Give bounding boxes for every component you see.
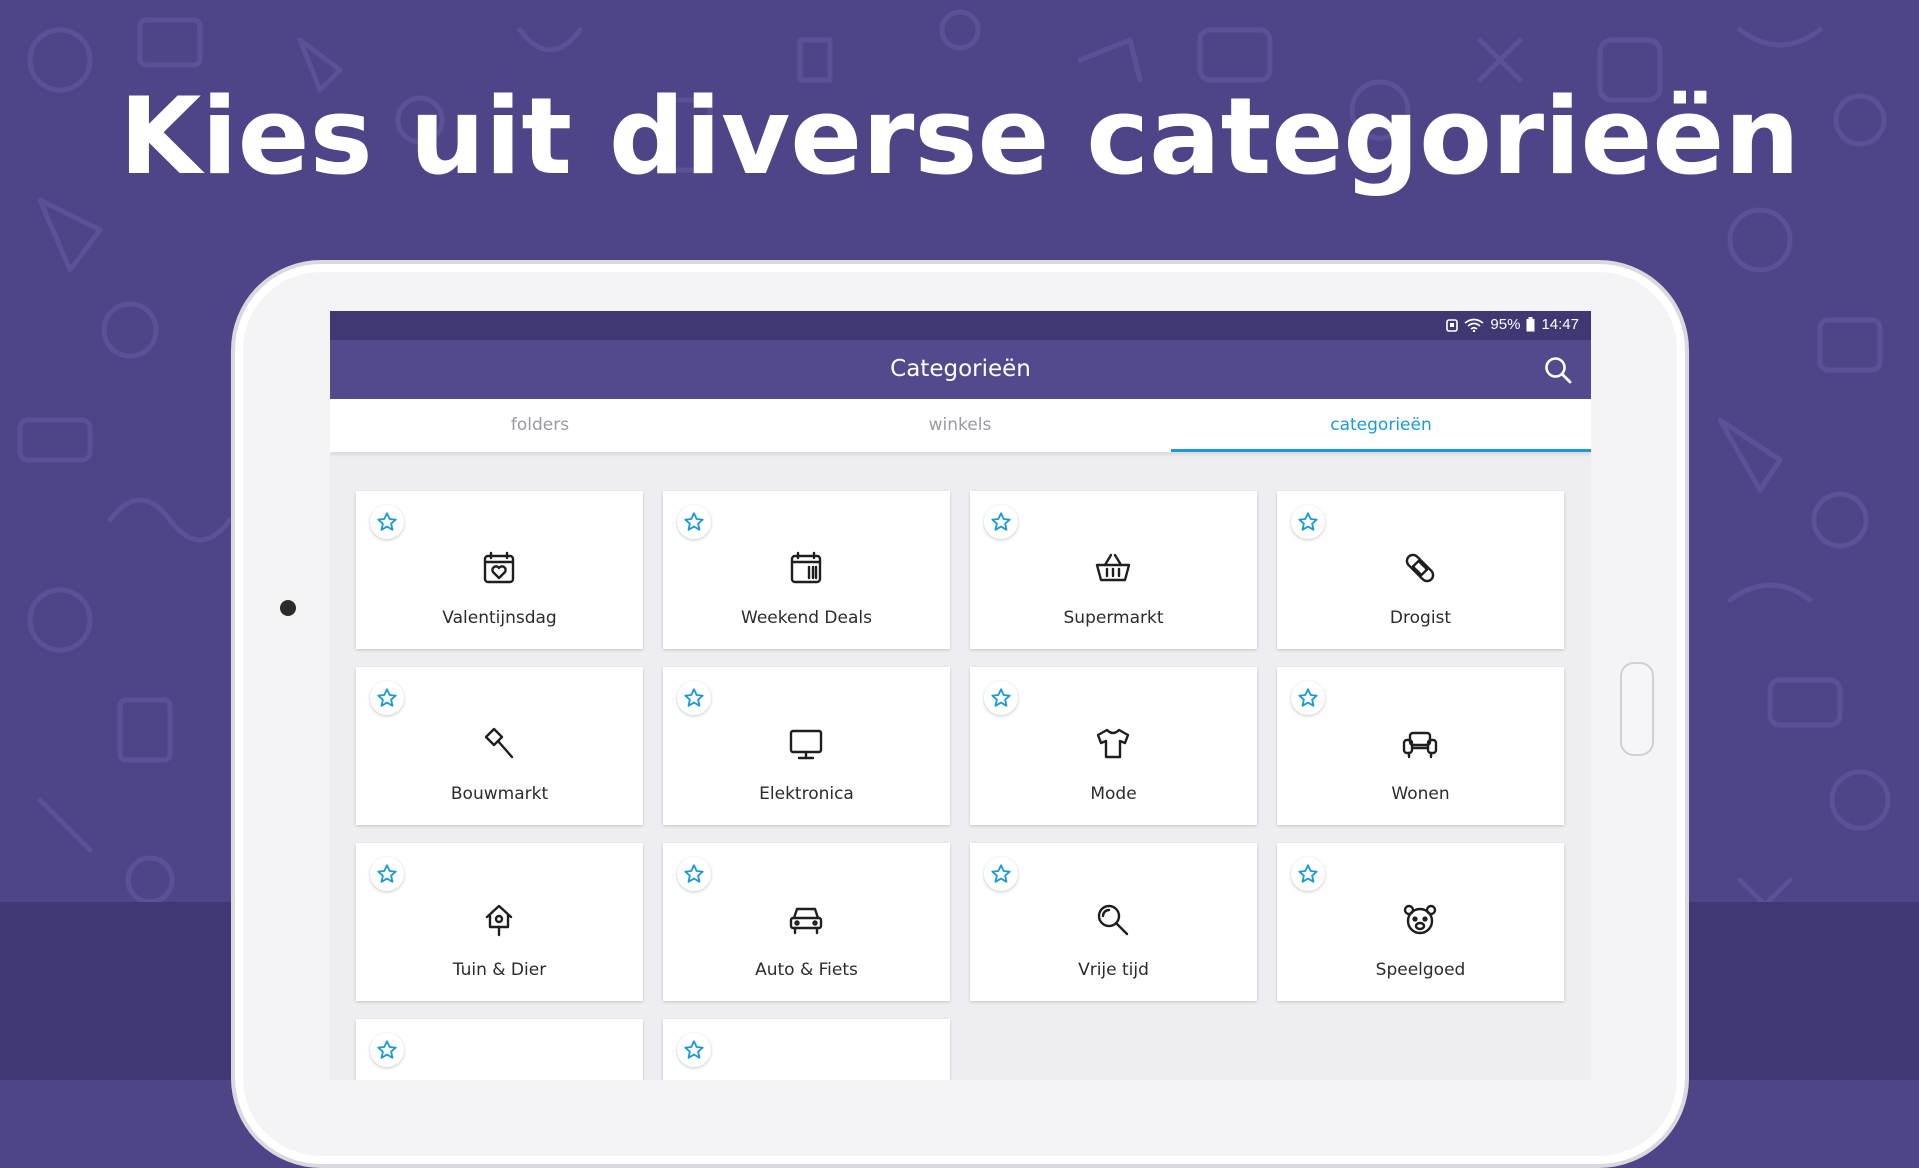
category-card[interactable]: Bouwmarkt [356,667,643,825]
star-icon [1298,864,1318,883]
star-icon [684,512,704,531]
star-icon [991,512,1011,531]
category-label: Drogist [1389,608,1452,628]
tablet-camera [280,600,296,616]
category-card[interactable]: Drogist [1277,491,1564,649]
category-label: Vrije tijd [1078,960,1149,980]
calendar-icon [785,547,827,589]
alarm-icon [1446,318,1459,332]
favorite-star-button[interactable] [1291,505,1325,539]
armchair-icon [1399,723,1441,765]
favorite-star-button[interactable] [677,1033,711,1067]
category-label: Bouwmarkt [450,784,549,804]
basket-icon [1092,547,1134,589]
app-bar: Categorieën [330,340,1591,399]
category-card[interactable]: Weekend Deals [663,491,950,649]
battery-icon [1526,317,1535,332]
category-card[interactable] [356,1019,643,1080]
tab-folders[interactable]: folders [330,399,750,452]
star-icon [991,688,1011,707]
star-icon [1298,688,1318,707]
teddy-bear-icon [1399,899,1441,941]
category-label: Mode [1090,784,1137,804]
favorite-star-button[interactable] [984,681,1018,715]
category-card[interactable]: Speelgoed [1277,843,1564,1001]
category-label: Supermarkt [1063,608,1164,628]
star-icon [991,864,1011,883]
monitor-icon [785,723,827,765]
category-card[interactable]: Tuin & Dier [356,843,643,1001]
favorite-star-button[interactable] [370,1033,404,1067]
star-icon [377,1040,397,1059]
category-card[interactable]: Vrije tijd [970,843,1257,1001]
category-card[interactable]: Supermarkt [970,491,1257,649]
shirt-icon [1092,723,1134,765]
favorite-star-button[interactable] [677,681,711,715]
category-card[interactable]: Auto & Fiets [663,843,950,1001]
category-card[interactable]: Wonen [1277,667,1564,825]
category-card[interactable] [663,1019,950,1080]
category-label: Speelgoed [1375,960,1466,980]
star-icon [684,688,704,707]
magnifier-icon [1092,899,1134,941]
birdhouse-icon [478,899,520,941]
tab-bar: folders winkels categorieën [330,399,1591,453]
favorite-star-button[interactable] [1291,681,1325,715]
star-icon [377,512,397,531]
category-card[interactable]: Valentijnsdag [356,491,643,649]
favorite-star-button[interactable] [370,681,404,715]
star-icon [684,1040,704,1059]
tab-winkels[interactable]: winkels [750,399,1170,452]
favorite-star-button[interactable] [677,857,711,891]
category-label: Auto & Fiets [755,960,858,980]
bandage-icon [1399,547,1441,589]
status-time: 14:47 [1541,316,1579,333]
battery-percent: 95% [1490,316,1521,333]
favorite-star-button[interactable] [370,505,404,539]
category-card[interactable]: Elektronica [663,667,950,825]
promo-headline: Kies uit diverse categorieën [119,75,1800,198]
tablet-home-button[interactable] [1620,662,1654,756]
category-label: Wonen [1391,784,1450,804]
star-icon [684,864,704,883]
favorite-star-button[interactable] [984,505,1018,539]
favorite-star-button[interactable] [677,505,711,539]
app-screen: 95% 14:47 Categorieën folders winkels ca… [330,311,1591,1080]
star-icon [377,864,397,883]
tab-categorieen[interactable]: categorieën [1171,399,1591,452]
hammer-icon [478,723,520,765]
calendar-heart-icon [478,547,520,589]
category-label: Elektronica [759,784,854,804]
category-card[interactable]: Mode [970,667,1257,825]
category-label: Valentijnsdag [442,608,557,628]
category-label: Tuin & Dier [452,960,547,980]
favorite-star-button[interactable] [370,857,404,891]
status-bar: 95% 14:47 [330,311,1591,340]
category-label: Weekend Deals [741,608,872,628]
star-icon [1298,512,1318,531]
favorite-star-button[interactable] [1291,857,1325,891]
wifi-icon [1464,318,1484,332]
car-icon [785,899,827,941]
favorite-star-button[interactable] [984,857,1018,891]
app-bar-title: Categorieën [890,356,1031,382]
star-icon [377,688,397,707]
search-icon[interactable] [1543,355,1573,385]
